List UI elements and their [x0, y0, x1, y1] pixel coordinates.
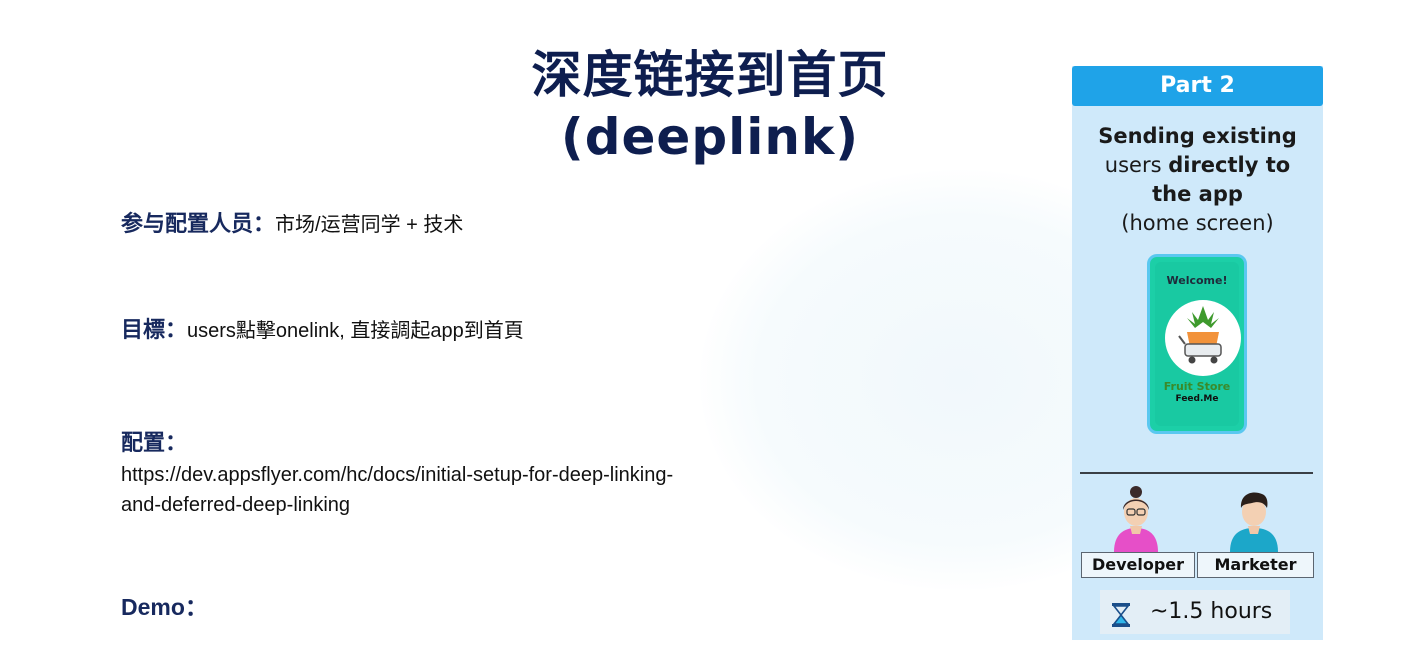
duration-text: ~1.5 hours — [1150, 599, 1273, 624]
demo-label: Demo： — [121, 594, 208, 620]
goal-row: 目標：users點擊onelink, 直接調起app到首頁 — [121, 312, 524, 344]
config-label: 配置： — [121, 431, 188, 456]
phone-illustration: Welcome! Fruit Store Feed.Me — [1147, 254, 1247, 434]
desc-normal-1: users — [1104, 153, 1162, 177]
card-header: Part 2 — [1072, 66, 1323, 106]
phone-store-name: Fruit Store — [1163, 380, 1231, 393]
hourglass-icon — [1110, 600, 1132, 644]
title-line-2: (deeplink) — [560, 108, 860, 166]
participants-value: 市场/运营同学 + 技术 — [275, 214, 464, 236]
config-row: 配置： — [121, 425, 187, 457]
phone-screen: Welcome! Fruit Store Feed.Me — [1155, 262, 1241, 426]
page-title: 深度链接到首页 (deeplink) — [430, 44, 990, 168]
desc-bold-1: Sending existing — [1098, 124, 1297, 148]
developer-avatar-icon — [1104, 482, 1168, 552]
participants-label: 参与配置人员： — [121, 212, 276, 237]
goal-label: 目標： — [121, 318, 188, 343]
config-url-link[interactable]: https://dev.appsflyer.com/hc/docs/initia… — [121, 460, 681, 520]
marketer-avatar-icon — [1222, 482, 1286, 552]
pineapple-cart-logo-icon — [1165, 300, 1241, 376]
phone-welcome-text: Welcome! — [1166, 274, 1228, 287]
desc-bold-3: the app — [1152, 182, 1243, 206]
card-divider — [1080, 472, 1313, 474]
goal-value: users點擊onelink, 直接調起app到首頁 — [187, 320, 524, 342]
participants-row: 参与配置人员：市场/运营同学 + 技术 — [121, 206, 463, 238]
marketer-label: Marketer — [1197, 552, 1314, 578]
title-line-1: 深度链接到首页 — [531, 46, 889, 104]
card-description: Sending existing users directly to the a… — [1082, 122, 1313, 238]
duration-box: ~1.5 hours — [1100, 590, 1290, 634]
desc-bold-2: directly to — [1168, 153, 1291, 177]
phone-brand-name: Feed.Me — [1175, 394, 1219, 404]
developer-label: Developer — [1081, 552, 1195, 578]
desc-normal-2: (home screen) — [1121, 211, 1274, 235]
part-card: Part 2 Sending existing users directly t… — [1072, 66, 1323, 640]
